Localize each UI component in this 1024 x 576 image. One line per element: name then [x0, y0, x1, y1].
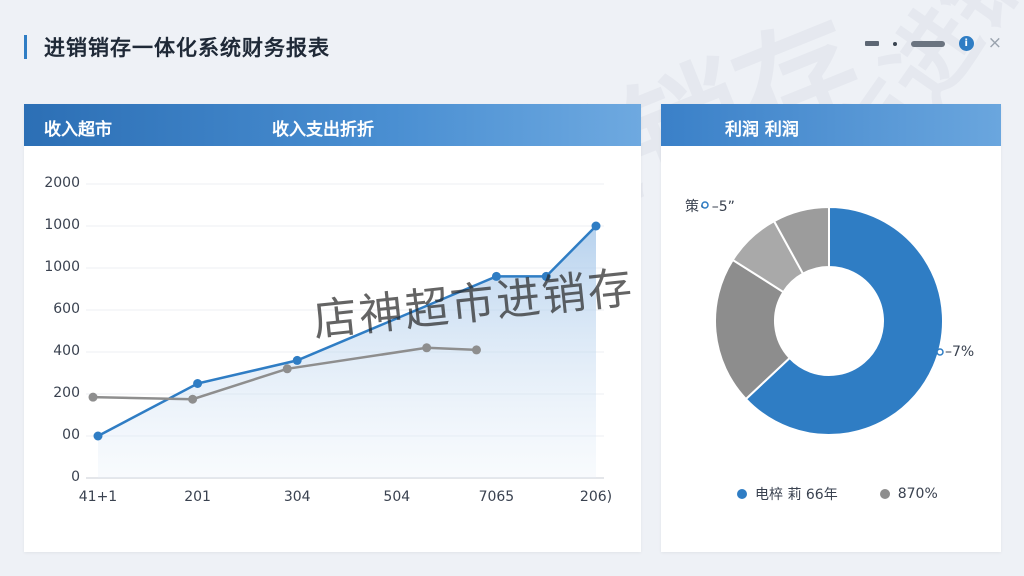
donut-label-marker: [701, 201, 709, 209]
income-chart-panel: 收入超市 收入支出折折 0 00 200 400 600 1000 1000 2000 41+…: [24, 104, 641, 552]
legend-swatch: [737, 489, 747, 499]
dot-icon[interactable]: [892, 41, 897, 46]
data-point[interactable]: [93, 431, 103, 441]
legend-label: 870%: [897, 486, 938, 502]
data-point[interactable]: [591, 221, 601, 231]
legend-item[interactable]: 电椊 莉 66年: [737, 484, 838, 504]
data-point[interactable]: [88, 392, 98, 402]
data-point[interactable]: [471, 345, 481, 355]
donut-legend: 电椊 莉 66年 870%: [737, 484, 938, 504]
legend-label: 电椊 莉 66年: [755, 487, 838, 503]
title-bar: 进销销存一体化系统财务报表 i ×: [0, 0, 1024, 96]
data-point[interactable]: [193, 379, 203, 388]
info-icon[interactable]: i: [958, 36, 974, 51]
legend-swatch: [879, 489, 890, 499]
slider-icon[interactable]: [910, 40, 945, 47]
profit-chart-panel: 利润 利润 策• –5ˮ –7% 电椊 莉 66年 870%: [661, 104, 1001, 552]
window-controls: i ×: [864, 35, 1002, 52]
minimize-icon[interactable]: [864, 41, 879, 46]
data-point[interactable]: [188, 394, 198, 404]
data-point[interactable]: [422, 343, 432, 353]
page-title: 进销销存一体化系统财务报表: [44, 36, 330, 60]
data-point[interactable]: [491, 271, 501, 281]
close-icon[interactable]: ×: [988, 35, 1002, 52]
data-point[interactable]: [282, 364, 292, 374]
income-line-chart: [86, 183, 604, 479]
donut-right-label: –7%: [945, 344, 975, 360]
legend-item[interactable]: 870%: [879, 486, 938, 502]
data-point[interactable]: [541, 271, 551, 281]
data-point[interactable]: [292, 355, 302, 365]
title-accent-bar: [24, 35, 27, 59]
donut-label-marker: [936, 348, 944, 356]
